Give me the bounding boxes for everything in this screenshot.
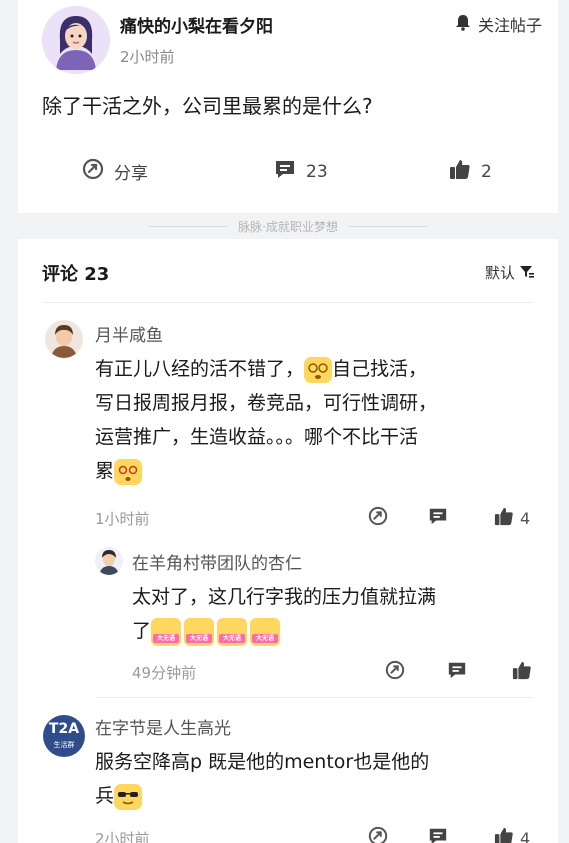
emoji-speechless-icon: 大无语 — [250, 617, 281, 646]
comment-time: 2小时前 — [95, 830, 150, 843]
comment-count: 23 — [306, 161, 328, 182]
thumbs-up-icon — [494, 506, 514, 530]
replier-name[interactable]: 在羊角村带团队的杏仁 — [132, 549, 302, 574]
share-icon — [368, 506, 388, 530]
comment-reply-button[interactable] — [428, 826, 448, 843]
comment-line: 写日报周报月报，卷竞品，可行性调研， — [95, 392, 438, 414]
post-author-name[interactable]: 痛快的小梨在看夕阳 — [120, 12, 273, 37]
reply-share-button[interactable] — [385, 660, 405, 684]
comment-like-count: 4 — [520, 828, 531, 843]
emoji-dizzy-icon — [304, 356, 333, 383]
comment-button[interactable]: 23 — [274, 158, 328, 185]
share-icon — [368, 826, 388, 843]
commenter-name[interactable]: 在字节是人生高光 — [95, 714, 231, 739]
author-avatar[interactable] — [42, 6, 110, 74]
reply-line: 太对了，这几行字我的压力值就拉满 — [132, 586, 437, 608]
comment-icon — [447, 660, 467, 684]
comment-icon — [428, 826, 448, 843]
right-gutter — [558, 0, 569, 843]
left-gutter — [0, 0, 18, 843]
post-time: 2小时前 — [120, 48, 175, 66]
reply-body: 太对了，这几行字我的压力值就拉满 了大无语 大无语 大无语 大无语 — [132, 580, 542, 648]
avatar-subtext: 生活群 — [53, 741, 75, 749]
commenter-avatar[interactable] — [45, 320, 83, 358]
follow-post-label: 关注帖子 — [477, 16, 542, 35]
comment-line: 累 — [95, 460, 115, 482]
comment-reply-button[interactable] — [428, 506, 448, 530]
like-button[interactable]: 2 — [449, 158, 492, 185]
bell-icon — [454, 13, 472, 35]
comment-line: 运营推广，生造收益。。。哪个不比干活 — [95, 426, 419, 448]
comment-time: 1小时前 — [95, 510, 150, 528]
comment-like-button[interactable]: 4 — [494, 506, 530, 530]
comment-line: 有正儿八经的活不错了， — [95, 358, 305, 380]
reply-like-button[interactable] — [512, 660, 532, 684]
reply-comment-button[interactable] — [447, 660, 467, 684]
comments-title: 评论 23 — [42, 264, 110, 285]
divider-line-right — [348, 226, 428, 227]
thumbs-up-icon — [494, 826, 514, 843]
avatar-text: T2A — [48, 721, 80, 737]
sort-dropdown[interactable]: 默认 — [485, 262, 535, 283]
sort-filter-icon — [519, 263, 535, 283]
share-label: 分享 — [114, 164, 148, 184]
emoji-speechless-icon: 大无语 — [217, 617, 248, 646]
comment-icon — [428, 506, 448, 530]
share-icon — [82, 158, 104, 185]
like-count: 2 — [481, 161, 492, 182]
replier-avatar[interactable] — [95, 547, 123, 575]
comment-share-button[interactable] — [368, 826, 388, 843]
share-button[interactable]: 分享 — [82, 158, 148, 185]
header-separator — [42, 302, 534, 303]
comment-body: 有正儿八经的活不错了， 自己找活， 写日报周报月报，卷竞品，可行性调研， 运营推广… — [95, 352, 545, 488]
emoji-sunglasses-icon — [114, 783, 143, 810]
share-icon — [385, 660, 405, 684]
comment-body: 服务空降高p 既是他的mentor也是他的 兵 — [95, 745, 545, 813]
reply-separator — [95, 697, 534, 698]
sort-label: 默认 — [484, 264, 515, 282]
follow-post-button[interactable]: 关注帖子 — [454, 12, 542, 36]
emoji-dizzy-face-icon — [114, 458, 143, 485]
comment-like-button[interactable]: 4 — [494, 826, 530, 843]
emoji-speechless-icon: 大无语 — [184, 617, 215, 646]
thumbs-up-icon — [449, 158, 471, 185]
commenter-avatar-t2a[interactable]: T2A 生活群 — [43, 715, 85, 757]
comment-like-count: 4 — [520, 508, 531, 528]
comment-icon — [274, 158, 296, 185]
post-question: 除了干活之外，公司里最累的是什么? — [42, 94, 373, 118]
brand-slogan: 脉脉·成就职业梦想 — [238, 220, 338, 234]
commenter-name[interactable]: 月半咸鱼 — [95, 321, 163, 346]
thumbs-up-icon — [512, 660, 532, 684]
post-header: 痛快的小梨在看夕阳 2小时前 关注帖子 — [42, 4, 542, 74]
comment-line: 服务空降高p 既是他的mentor也是他的 — [95, 751, 430, 773]
brand-divider: 脉脉·成就职业梦想 — [18, 213, 558, 239]
post-action-bar: 分享 23 2 — [18, 150, 558, 190]
comment-line: 兵 — [95, 785, 115, 807]
reply-line: 了 — [132, 620, 152, 642]
comment-share-button[interactable] — [368, 506, 388, 530]
emoji-speechless-icon: 大无语 — [151, 617, 182, 646]
comment-line: 自己找活， — [332, 358, 428, 380]
reply-time: 49分钟前 — [132, 664, 197, 682]
